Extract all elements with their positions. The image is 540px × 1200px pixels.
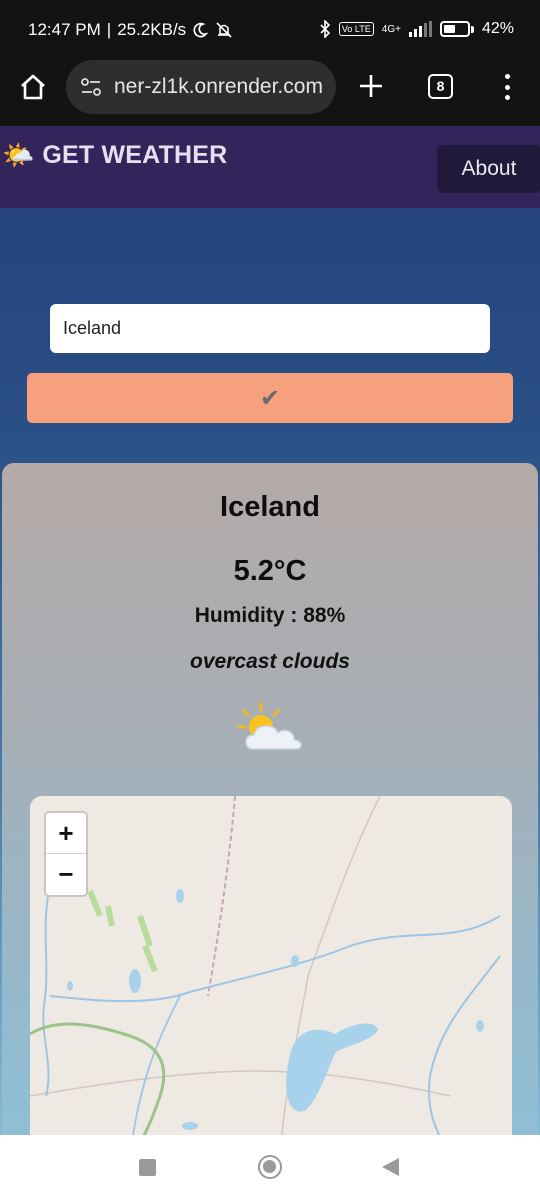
battery-percent: 42% (481, 20, 514, 37)
tab-switcher-button[interactable]: 8 (428, 74, 453, 99)
sun-behind-cloud-icon (237, 702, 302, 750)
volte-badge: Vo LTE (338, 22, 374, 36)
humidity: Humidity : 88% (194, 604, 346, 627)
battery-icon (439, 21, 470, 37)
status-net-speed: 25.2KB/s (117, 20, 187, 39)
bluetooth-icon (320, 20, 331, 38)
network-type: 4G+ (381, 23, 401, 35)
system-navigation-bar (0, 1135, 540, 1200)
browser-toolbar: ner-zl1k.onrender.com 8 (0, 60, 540, 126)
url-text: ner-zl1k.onrender.com (114, 75, 323, 98)
site-settings-icon[interactable] (80, 77, 102, 97)
back-button[interactable] (382, 1158, 399, 1176)
zoom-in-button[interactable]: + (46, 813, 86, 854)
home-button[interactable] (258, 1155, 282, 1179)
temperature: 5.2°C (233, 555, 307, 587)
new-tab-button[interactable] (358, 73, 384, 102)
weather-card: Iceland 5.2°C Humidity : 88% overcast cl… (2, 463, 538, 1135)
brand[interactable]: 🌤️ GET WEATHER (2, 140, 227, 170)
status-separator: | (106, 20, 112, 39)
home-icon[interactable] (18, 72, 48, 102)
city-name: Iceland (220, 491, 320, 523)
submit-button[interactable]: ✔ (27, 373, 513, 423)
weather-description: overcast clouds (190, 650, 350, 673)
battery-tip (470, 25, 474, 33)
brand-title: GET WEATHER (42, 140, 228, 169)
status-right: Vo LTE 4G+ 42% (319, 20, 514, 38)
map-tiles[interactable] (30, 796, 512, 1135)
status-time: 12:47 PM (28, 20, 101, 39)
about-button[interactable]: About (437, 145, 540, 193)
signal-icon (408, 21, 432, 37)
status-bar: 12:47 PM | 25.2KB/s Vo LTE 4G+ 42% (0, 0, 540, 60)
location-map[interactable]: + − (30, 796, 512, 1135)
plus-icon (360, 75, 382, 97)
status-left: 12:47 PM | 25.2KB/s (28, 20, 234, 40)
mute-icon (216, 22, 232, 38)
recents-button[interactable] (139, 1159, 156, 1176)
checkmark-icon: ✔ (259, 384, 281, 412)
map-zoom-control: + − (44, 811, 88, 897)
site-navbar: 🌤️ GET WEATHER About (0, 126, 540, 208)
city-search-input[interactable] (50, 304, 490, 353)
browser-menu-button[interactable] (503, 74, 511, 100)
sun-cloud-logo-icon: 🌤️ (2, 140, 35, 170)
address-bar[interactable]: ner-zl1k.onrender.com (66, 60, 336, 114)
zoom-out-button[interactable]: − (46, 854, 86, 895)
web-page: 🌤️ GET WEATHER About ✔ Iceland 5.2°C Hum… (0, 126, 540, 1135)
moon-icon (193, 22, 209, 38)
